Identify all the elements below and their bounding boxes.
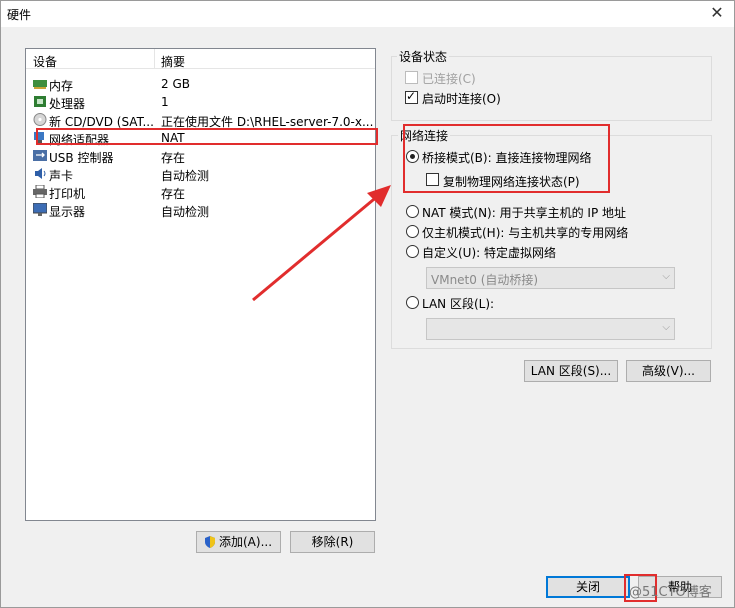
device-name: USB 控制器 [49, 151, 114, 165]
annotation-highlight-network-adapter [36, 128, 378, 145]
lan-segment-label: LAN 区段(L): [422, 297, 495, 311]
list-item-cd-dvd[interactable]: 新 CD/DVD (SAT... 正在使用文件 D:\RHEL-server-7… [26, 111, 375, 129]
close-button[interactable]: 关闭 [546, 576, 630, 598]
display-icon [32, 202, 48, 216]
custom-network-select[interactable]: VMnet0 (自动桥接) ⌵ [426, 267, 675, 289]
custom-radio[interactable] [406, 245, 419, 258]
device-name: 声卡 [49, 169, 74, 183]
lan-segment-radio[interactable] [406, 296, 419, 309]
chevron-down-icon: ⌵ [662, 271, 670, 282]
list-header: 设备 摘要 [26, 49, 375, 69]
custom-network-value: VMnet0 (自动桥接) [431, 273, 539, 287]
host-only-radio[interactable] [406, 225, 419, 238]
processor-icon [33, 95, 47, 108]
add-button[interactable]: 添加(A)... [196, 531, 281, 553]
window-title: 硬件 [7, 8, 32, 22]
list-item-usb-controller[interactable]: USB 控制器 存在 [26, 147, 375, 165]
device-summary: 自动检测 [161, 205, 210, 219]
hardware-dialog: 硬件 ✕ 设备 摘要 内存 2 GB 处理器 1 新 CD/DVD (SAT..… [0, 0, 735, 608]
lan-segments-button[interactable]: LAN 区段(S)... [524, 360, 618, 382]
device-summary: 2 GB [161, 77, 190, 91]
nat-radio[interactable] [406, 205, 419, 218]
connect-at-power-on-checkbox[interactable]: ✓ [405, 89, 418, 104]
annotation-highlight-bridged [403, 124, 610, 193]
lan-segment-select[interactable]: ⌵ [426, 318, 675, 340]
device-name: 显示器 [49, 205, 86, 219]
checkmark-icon: ✓ [406, 89, 417, 103]
memory-icon [33, 77, 47, 90]
remove-button[interactable]: 移除(R) [290, 531, 375, 553]
device-status-title: 设备状态 [397, 48, 450, 65]
device-summary: 存在 [161, 151, 186, 165]
device-summary: 存在 [161, 187, 186, 201]
shield-icon [205, 536, 215, 548]
device-name: 内存 [49, 79, 74, 93]
connected-label: 已连接(C) [422, 72, 476, 86]
close-icon[interactable]: ✕ [706, 2, 728, 24]
chevron-down-icon: ⌵ [662, 322, 670, 333]
list-item-memory[interactable]: 内存 2 GB [26, 75, 375, 93]
device-name: 打印机 [49, 187, 86, 201]
column-header-summary[interactable]: 摘要 [161, 53, 185, 70]
custom-label: 自定义(U): 特定虚拟网络 [422, 246, 557, 260]
title-bar: 硬件 ✕ [1, 1, 734, 27]
sound-card-icon [33, 167, 47, 180]
annotation-arrow-icon [252, 185, 391, 302]
nat-label: NAT 模式(N): 用于共享主机的 IP 地址 [422, 206, 627, 220]
watermark: @51CTO博客 [629, 585, 712, 600]
column-header-device[interactable]: 设备 [33, 53, 57, 70]
device-summary: 1 [161, 95, 169, 109]
cd-dvd-icon [33, 113, 47, 126]
usb-icon [33, 149, 47, 162]
device-summary: 自动检测 [161, 169, 210, 183]
column-divider[interactable] [154, 49, 155, 69]
connected-checkbox[interactable] [405, 71, 418, 84]
list-item-processor[interactable]: 处理器 1 [26, 93, 375, 111]
connect-at-power-on-label: 启动时连接(O) [422, 92, 501, 106]
device-name: 处理器 [49, 97, 86, 111]
printer-icon [33, 184, 47, 199]
advanced-button[interactable]: 高级(V)... [626, 360, 711, 382]
add-button-label: 添加(A)... [219, 535, 273, 549]
device-status-group [391, 56, 712, 121]
host-only-label: 仅主机模式(H): 与主机共享的专用网络 [422, 226, 629, 240]
